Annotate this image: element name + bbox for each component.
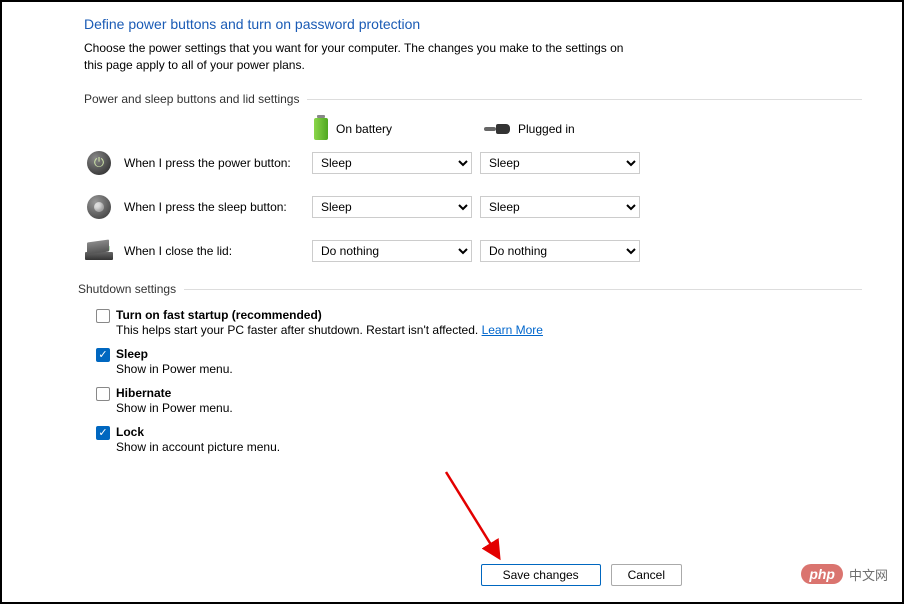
lid-row: ↘ When I close the lid: Do nothing Do no… xyxy=(84,238,862,264)
battery-label: On battery xyxy=(336,122,392,136)
lock-checkbox[interactable]: ✓ xyxy=(96,426,110,440)
power-button-label: When I press the power button: xyxy=(124,156,312,170)
fast-startup-checkbox[interactable] xyxy=(96,309,110,323)
hibernate-desc: Show in Power menu. xyxy=(116,401,862,415)
lid-battery-select[interactable]: Do nothing xyxy=(312,240,472,262)
page-title: Define power buttons and turn on passwor… xyxy=(84,16,862,32)
sleep-row: ✓ Sleep Show in Power menu. xyxy=(78,347,862,384)
plugged-label: Plugged in xyxy=(518,122,575,136)
power-button-battery-select[interactable]: Sleep xyxy=(312,152,472,174)
annotation-arrow-icon xyxy=(442,468,512,568)
learn-more-link[interactable]: Learn More xyxy=(482,323,543,337)
plugged-column-header: Plugged in xyxy=(484,118,654,140)
power-button-plugged-select[interactable]: Sleep xyxy=(480,152,640,174)
button-row: Save changes Cancel xyxy=(481,564,682,586)
sleep-button-row: When I press the sleep button: Sleep Sle… xyxy=(84,194,862,220)
battery-column-header: On battery xyxy=(314,118,484,140)
sleep-button-icon xyxy=(84,194,114,220)
save-button[interactable]: Save changes xyxy=(481,564,601,586)
column-headers: On battery Plugged in xyxy=(84,118,862,140)
power-button-icon xyxy=(84,150,114,176)
hibernate-row: Hibernate Show in Power menu. xyxy=(78,386,862,423)
fast-startup-row: Turn on fast startup (recommended) This … xyxy=(78,308,862,345)
lid-icon: ↘ xyxy=(84,238,114,264)
page-subtitle: Choose the power settings that you want … xyxy=(84,40,644,74)
battery-icon xyxy=(314,118,328,140)
fast-startup-label: Turn on fast startup (recommended) xyxy=(116,308,862,322)
lock-label: Lock xyxy=(116,425,862,439)
cancel-button[interactable]: Cancel xyxy=(611,564,682,586)
sleep-button-battery-select[interactable]: Sleep xyxy=(312,196,472,218)
power-button-row: When I press the power button: Sleep Sle… xyxy=(84,150,862,176)
shutdown-section-label: Shutdown settings xyxy=(78,282,862,296)
sleep-checkbox[interactable]: ✓ xyxy=(96,348,110,362)
sleep-button-plugged-select[interactable]: Sleep xyxy=(480,196,640,218)
php-badge-icon: php xyxy=(801,564,843,584)
watermark-text: 中文网 xyxy=(849,565,888,584)
sleep-desc: Show in Power menu. xyxy=(116,362,862,376)
lock-desc: Show in account picture menu. xyxy=(116,440,862,454)
sleep-label: Sleep xyxy=(116,347,862,361)
fast-startup-desc: This helps start your PC faster after sh… xyxy=(116,323,862,337)
watermark: php 中文网 xyxy=(801,564,888,584)
plug-icon xyxy=(484,122,510,136)
hibernate-label: Hibernate xyxy=(116,386,862,400)
lock-row: ✓ Lock Show in account picture menu. xyxy=(78,425,862,462)
hibernate-checkbox[interactable] xyxy=(96,387,110,401)
lid-plugged-select[interactable]: Do nothing xyxy=(480,240,640,262)
power-section-label: Power and sleep buttons and lid settings xyxy=(84,92,862,106)
lid-label: When I close the lid: xyxy=(124,244,312,258)
sleep-button-label: When I press the sleep button: xyxy=(124,200,312,214)
